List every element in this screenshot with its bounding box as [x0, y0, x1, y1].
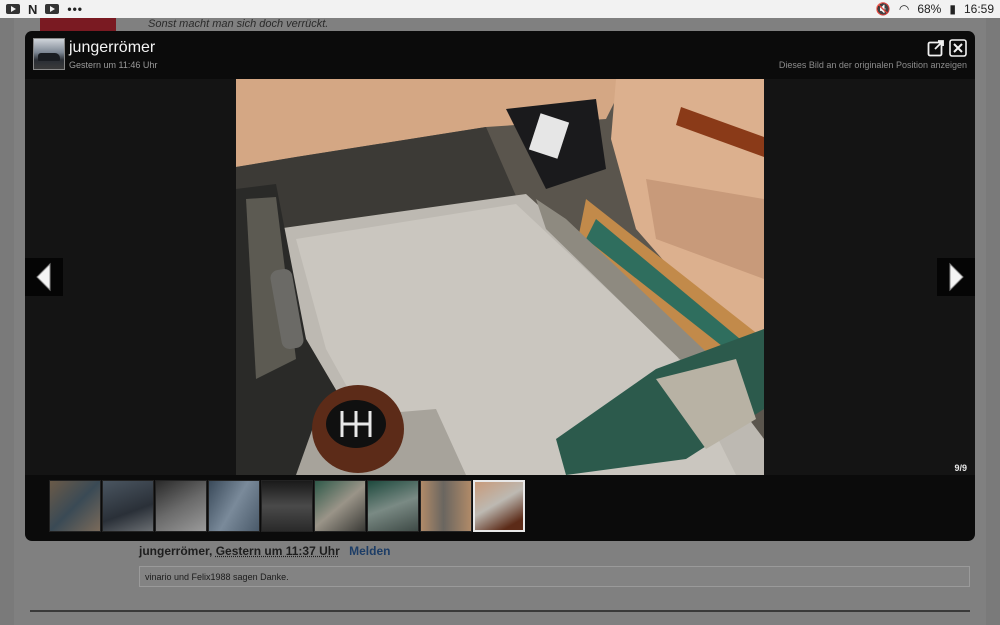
thumbnail[interactable]	[102, 480, 154, 532]
close-icon[interactable]	[949, 39, 967, 57]
thumbnail[interactable]	[155, 480, 207, 532]
image-lightbox: jungerrömer Gestern um 11:46 Uhr Dieses …	[25, 31, 975, 541]
youtube-notification-icon	[6, 4, 20, 14]
more-notifications-icon: •••	[67, 2, 83, 16]
thanks-box: vinario und Felix1988 sagen Danke.	[139, 566, 970, 587]
original-position-link[interactable]: Dieses Bild an der originalen Position a…	[779, 60, 967, 70]
thumbnail-active[interactable]	[473, 480, 525, 532]
post-author-line: jungerrömer, Gestern um 11:37 Uhr Melden	[139, 544, 391, 558]
divider	[30, 610, 970, 612]
battery-level: 68%	[917, 2, 942, 16]
mute-icon: 🔇	[875, 2, 891, 16]
arrow-right-icon	[949, 262, 964, 292]
thumbnail-strip	[49, 480, 525, 533]
lightbox-stage: 9/9	[25, 79, 975, 475]
lightbox-header: jungerrömer Gestern um 11:46 Uhr Dieses …	[25, 31, 975, 79]
n-notification-icon: N	[28, 1, 38, 17]
post-author-name[interactable]: jungerrömer	[139, 544, 209, 558]
thumbnail[interactable]	[420, 480, 472, 532]
thumbnail[interactable]	[314, 480, 366, 532]
image-counter: 9/9	[954, 463, 967, 473]
thumbnail[interactable]	[208, 480, 260, 532]
main-photo	[236, 79, 764, 475]
post-time[interactable]: Gestern um 11:37 Uhr	[216, 544, 340, 558]
thumbnail[interactable]	[367, 480, 419, 532]
lightbox-timestamp: Gestern um 11:46 Uhr	[69, 60, 158, 70]
wifi-icon: ◠	[898, 2, 910, 16]
bg-post-text: Sonst macht man sich doch verrückt.	[148, 18, 329, 30]
next-image-button[interactable]	[937, 258, 975, 296]
bg-avatar	[40, 18, 116, 32]
report-link[interactable]: Melden	[349, 544, 390, 558]
thumbnail[interactable]	[261, 480, 313, 532]
thumbnail[interactable]	[49, 480, 101, 532]
external-link-icon[interactable]	[927, 39, 945, 57]
lightbox-title: jungerrömer	[69, 39, 156, 56]
battery-icon: ▮	[949, 2, 956, 16]
prev-image-button[interactable]	[25, 258, 63, 296]
arrow-left-icon	[36, 262, 51, 292]
uploader-avatar[interactable]	[33, 38, 65, 70]
android-status-bar: N ••• 🔇 ◠ 68% ▮ 16:59	[0, 0, 1000, 18]
clock: 16:59	[963, 2, 994, 16]
youtube-notification-icon-2	[45, 4, 60, 14]
